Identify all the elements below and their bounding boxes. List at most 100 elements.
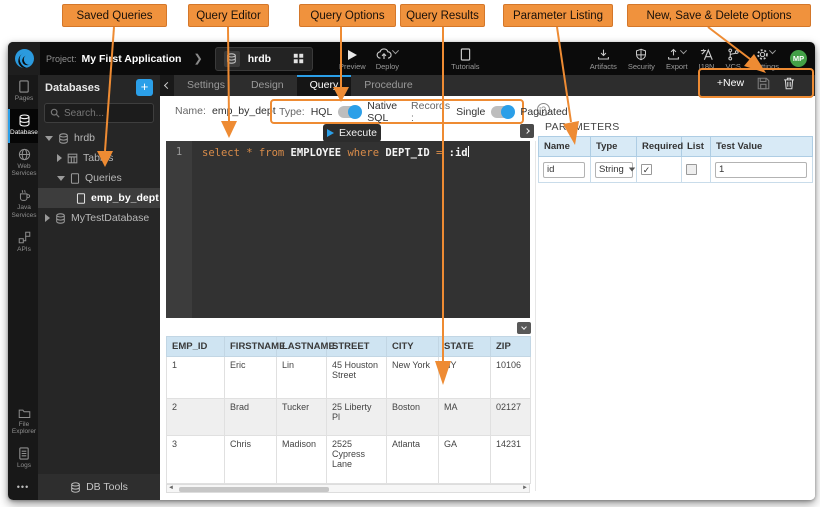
rail-item-databases[interactable]: Databases (8, 109, 38, 143)
scrollbar-thumb[interactable] (179, 487, 329, 492)
tutorials-button[interactable]: Tutorials (451, 47, 479, 71)
tab-design[interactable]: Design (238, 75, 297, 96)
play-icon (346, 47, 358, 61)
db-tools-icon (70, 482, 81, 493)
table-row: 2Brad Tucker25 Liberty Pl BostonMA 02127 (167, 399, 531, 436)
security-button[interactable]: Security (628, 47, 655, 71)
project-name: My First Application (82, 53, 182, 65)
type-toggle[interactable] (338, 106, 361, 118)
search-input[interactable] (64, 108, 144, 119)
parameters-title: PARAMETERS (545, 121, 620, 133)
sql-editor[interactable]: 1 select * from EMPLOYEE where DEPT_ID =… (166, 141, 530, 318)
type-option-native-sql[interactable]: Native SQL (367, 100, 397, 124)
rail-item-file-explorer[interactable]: File Explorer (8, 402, 38, 443)
param-col-list: List (682, 137, 711, 157)
database-search-box[interactable] (44, 103, 154, 123)
coffee-icon (18, 189, 31, 202)
settings-button[interactable]: Settings (752, 47, 779, 71)
collapse-results-button[interactable] (517, 322, 531, 334)
add-database-button[interactable]: + (136, 79, 153, 96)
records-option-paginated[interactable]: Paginated (520, 106, 567, 118)
list-checkbox[interactable] (686, 164, 697, 175)
translate-icon (700, 47, 714, 61)
type-option-hql[interactable]: HQL (311, 106, 333, 118)
col-firstname[interactable]: FIRSTNAME (225, 337, 277, 357)
export-button[interactable]: Export (666, 47, 688, 71)
tree-node-hrdb[interactable]: hrdb (38, 128, 160, 148)
deploy-button[interactable]: Deploy (376, 47, 399, 71)
tab-query[interactable]: Query (297, 75, 352, 96)
crud-annotation-frame: +New (698, 68, 814, 98)
param-col-test-value: Test Value (711, 137, 813, 157)
callout-query-results: Query Results (400, 4, 485, 27)
rail-item-web-services[interactable]: Web Services (8, 143, 38, 185)
records-label: Records : (411, 100, 450, 124)
scroll-right-icon[interactable]: ► (521, 485, 529, 492)
preview-button[interactable]: Preview (339, 47, 366, 71)
query-file-icon (76, 193, 86, 204)
horizontal-scrollbar[interactable]: ◄ ► (166, 484, 530, 493)
required-checkbox[interactable]: ✓ (641, 164, 652, 175)
col-emp-id[interactable]: EMP_ID (167, 337, 225, 357)
rail-more-button[interactable]: ••• (8, 476, 38, 500)
gear-icon (756, 47, 775, 61)
caret-right-icon (45, 214, 50, 222)
query-name-label: Name: (175, 105, 206, 117)
delete-icon[interactable] (783, 77, 795, 90)
col-state[interactable]: STATE (439, 337, 491, 357)
new-query-button[interactable]: +New (717, 77, 744, 89)
col-street[interactable]: STREET (327, 337, 387, 357)
rail-item-pages[interactable]: Pages (8, 75, 38, 109)
tree-node-emp-by-dept[interactable]: emp_by_dept (38, 188, 160, 208)
save-icon[interactable] (757, 77, 770, 90)
api-icon (18, 231, 31, 244)
caret-down-icon (629, 168, 635, 172)
tree-node-tables[interactable]: Tables (38, 148, 160, 168)
logo-block[interactable] (8, 42, 40, 75)
artifacts-button[interactable]: Artifacts (590, 47, 617, 71)
scroll-left-icon[interactable]: ◄ (167, 485, 175, 492)
col-lastname[interactable]: LASTNAME (277, 337, 327, 357)
vcs-button[interactable]: VCS (725, 47, 740, 71)
tab-settings[interactable]: Settings (174, 75, 238, 96)
tab-procedure[interactable]: Procedure (351, 75, 425, 96)
query-options-annotation-frame: Type: HQL Native SQL Records : Single Pa… (270, 99, 524, 124)
execute-button[interactable]: Execute (323, 124, 381, 142)
code-line: 1 select * from EMPLOYEE where DEPT_ID =… (166, 141, 530, 159)
app-window: Project: My First Application ❯ hrdb Pre… (8, 42, 815, 500)
parameters-header-row: Name Type Required List Test Value (539, 137, 813, 157)
chevron-down-icon (521, 324, 527, 330)
records-option-single[interactable]: Single (456, 106, 485, 118)
rail-item-java-services[interactable]: Java Services (8, 184, 38, 226)
collapse-panel-button[interactable] (160, 75, 174, 96)
query-content: Name: emp_by_dept Type: HQL Native SQL R… (160, 96, 815, 500)
open-db-tab[interactable]: hrdb (215, 47, 313, 71)
param-test-value-input[interactable] (715, 162, 807, 178)
cloud-upload-icon (376, 47, 398, 61)
rail-item-apis[interactable]: APIs (8, 226, 38, 260)
breadcrumb-chevron-icon: ❯ (193, 52, 202, 65)
records-toggle[interactable] (491, 106, 514, 118)
chevron-left-icon (163, 82, 170, 89)
rail-item-logs[interactable]: Logs (8, 442, 38, 476)
line-number: 1 (166, 146, 192, 159)
chevron-down-icon (680, 47, 687, 54)
param-type-select[interactable]: String (595, 162, 633, 178)
caret-down-icon (57, 176, 65, 181)
db-tools-button[interactable]: DB Tools (38, 474, 160, 500)
callout-query-editor: Query Editor (188, 4, 269, 27)
tree-node-mytestdatabase[interactable]: MyTestDatabase (38, 208, 160, 228)
panel-divider (535, 141, 536, 491)
col-zip[interactable]: ZIP (491, 337, 531, 357)
param-name-input[interactable] (543, 162, 585, 178)
databases-panel: Databases + hrdb Tab (38, 75, 160, 500)
query-name-value[interactable]: emp_by_dept (212, 105, 276, 117)
expand-parameters-button[interactable] (520, 124, 534, 138)
col-city[interactable]: CITY (387, 337, 439, 357)
play-icon (327, 129, 334, 137)
grid-switcher-icon[interactable] (293, 53, 304, 64)
tree-node-queries[interactable]: Queries (38, 168, 160, 188)
user-avatar[interactable]: MP (790, 50, 807, 67)
project-label: Project: (46, 54, 77, 64)
i18n-button[interactable]: I18N (699, 47, 715, 71)
